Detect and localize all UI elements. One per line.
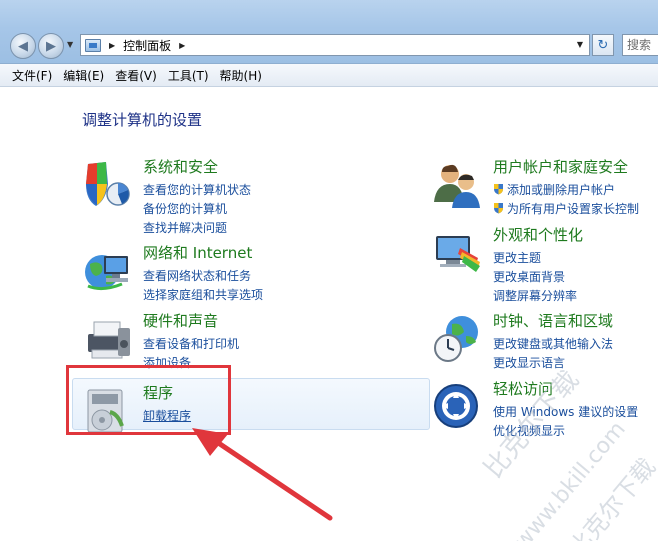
menu-bar: 文件(F) 编辑(E) 查看(V) 工具(T) 帮助(H)	[0, 64, 658, 87]
link-label: 为所有用户设置家长控制	[507, 202, 640, 216]
forward-button[interactable]: ▶	[38, 33, 64, 59]
address-dropdown-icon[interactable]: ▼	[577, 40, 583, 49]
back-button[interactable]: ◀	[10, 33, 36, 59]
refresh-button[interactable]: ↻	[592, 34, 614, 56]
users-icon[interactable]	[432, 160, 482, 210]
link-troubleshoot[interactable]: 查找并解决问题	[143, 219, 227, 236]
clock-globe-icon[interactable]	[432, 314, 482, 364]
uac-shield-icon	[494, 184, 503, 195]
breadcrumb-chevron-icon[interactable]: ▶	[179, 41, 185, 50]
control-panel-icon	[85, 38, 101, 52]
category-title[interactable]: 网络和 Internet	[143, 242, 252, 263]
link-backup[interactable]: 备份您的计算机	[143, 200, 227, 217]
menu-file[interactable]: 文件(F)	[12, 67, 52, 84]
window-toolbar: ◀ ▶ ▼ ▶ 控制面板 ▶ ▼ ↻ 搜索	[0, 0, 658, 64]
page-title: 调整计算机的设置	[82, 111, 203, 129]
category-title[interactable]: 硬件和声音	[143, 310, 218, 331]
globe-network-icon[interactable]	[82, 246, 132, 296]
back-arrow-icon: ◀	[18, 38, 28, 54]
address-bar[interactable]: ▶ 控制面板 ▶ ▼	[80, 34, 590, 56]
link-view-status[interactable]: 查看您的计算机状态	[143, 181, 251, 198]
link-homegroup[interactable]: 选择家庭组和共享选项	[143, 286, 263, 303]
link-add-remove-users[interactable]: 添加或删除用户帐户	[493, 181, 615, 198]
shield-chart-icon[interactable]	[82, 160, 132, 210]
category-title[interactable]: 外观和个性化	[493, 224, 583, 245]
annotation-arrow-icon	[192, 428, 333, 521]
link-label: 添加或删除用户帐户	[507, 183, 616, 197]
menu-edit[interactable]: 编辑(E)	[63, 67, 104, 84]
category-title[interactable]: 系统和安全	[143, 156, 218, 177]
link-change-keyboard[interactable]: 更改键盘或其他输入法	[493, 335, 613, 352]
monitor-palette-icon[interactable]	[432, 228, 482, 278]
control-panel-content: 调整计算机的设置 系统和安全 查看您的计算机状态 备份您的计算机 查找并解决问题	[0, 88, 658, 541]
menu-tools[interactable]: 工具(T)	[168, 67, 209, 84]
link-change-background[interactable]: 更改桌面背景	[493, 268, 565, 285]
menu-help[interactable]: 帮助(H)	[220, 67, 262, 84]
category-title[interactable]: 用户帐户和家庭安全	[493, 156, 628, 177]
link-parental-controls[interactable]: 为所有用户设置家长控制	[493, 200, 639, 217]
link-screen-resolution[interactable]: 调整屏幕分辨率	[493, 287, 577, 304]
category-title[interactable]: 时钟、语言和区域	[493, 310, 613, 331]
link-network-status[interactable]: 查看网络状态和任务	[143, 267, 251, 284]
breadcrumb-chevron-icon[interactable]: ▶	[109, 41, 115, 50]
menu-view[interactable]: 查看(V)	[115, 67, 157, 84]
search-input[interactable]: 搜索	[622, 34, 658, 56]
refresh-icon: ↻	[597, 37, 609, 53]
annotation-highlight-box	[66, 365, 231, 435]
link-devices-printers[interactable]: 查看设备和打印机	[143, 335, 239, 352]
forward-arrow-icon: ▶	[46, 38, 56, 54]
ease-of-access-icon[interactable]	[432, 382, 482, 432]
uac-shield-icon	[494, 203, 503, 214]
breadcrumb-control-panel[interactable]: 控制面板	[123, 37, 171, 54]
printer-icon[interactable]	[82, 314, 132, 364]
link-change-theme[interactable]: 更改主题	[493, 249, 541, 266]
recent-pages-dropdown-icon[interactable]: ▼	[67, 40, 73, 49]
